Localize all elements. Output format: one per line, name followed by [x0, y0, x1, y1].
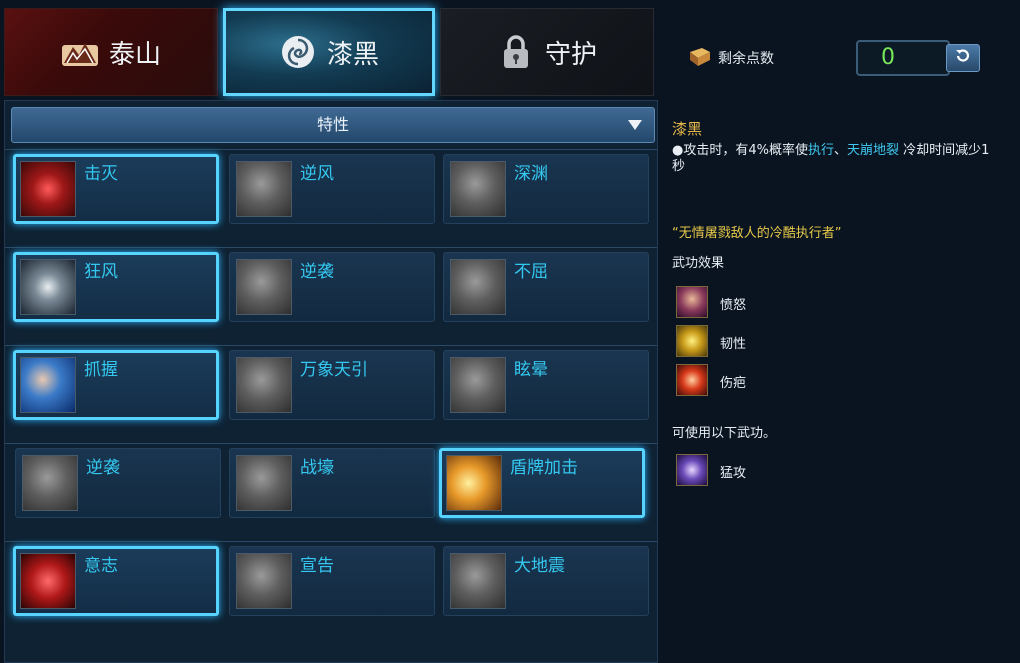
- skill-slot[interactable]: 击灭: [13, 154, 219, 224]
- effect-label: 愤怒: [720, 298, 747, 313]
- points-label: 剩余点数: [718, 51, 774, 67]
- skill-name: 击灭: [84, 164, 118, 184]
- desc-text: 、: [833, 143, 847, 158]
- skill-slot[interactable]: 意志: [13, 546, 219, 616]
- skill-name: 逆袭: [300, 262, 334, 282]
- usable-label: 猛攻: [720, 466, 747, 481]
- remaining-points: 剩余点数 0: [684, 38, 994, 80]
- effect-item[interactable]: 伤疤: [676, 364, 876, 398]
- skill-icon: [20, 161, 76, 217]
- skill-slot[interactable]: 万象天引: [229, 350, 435, 420]
- skill-slot[interactable]: 大地震: [443, 546, 649, 616]
- skill-name: 宣告: [300, 556, 334, 576]
- skill-slot[interactable]: 盾牌加击: [439, 448, 645, 518]
- skill-name: 盾牌加击: [510, 458, 578, 478]
- skill-name: 眩晕: [514, 360, 548, 380]
- skill-slot[interactable]: 深渊: [443, 154, 649, 224]
- skill-name: 抓握: [84, 360, 118, 380]
- skill-name: 狂风: [84, 262, 118, 282]
- trait-dropdown[interactable]: 特性: [11, 107, 655, 143]
- skill-icon: [20, 357, 76, 413]
- skill-name: 深渊: [514, 164, 548, 184]
- effects-title: 武功效果: [672, 256, 725, 271]
- skill-slot[interactable]: 战壕: [229, 448, 435, 518]
- skill-slot[interactable]: 逆袭: [15, 448, 221, 518]
- skill-row: 逆袭 战壕 盾牌加击: [5, 443, 657, 541]
- desc-highlight: 天崩地裂: [847, 143, 900, 158]
- tab-taishan[interactable]: 泰山: [4, 8, 218, 96]
- skill-slot[interactable]: 不屈: [443, 252, 649, 322]
- skill-icon: [20, 553, 76, 609]
- skill-name: 不屈: [514, 262, 548, 282]
- scar-icon: [676, 364, 708, 396]
- tab-bar: 泰山 漆黑 守护: [4, 8, 654, 100]
- skill-icon: [450, 161, 506, 217]
- effect-label: 韧性: [720, 337, 747, 352]
- skill-name: 意志: [84, 556, 118, 576]
- toughness-icon: [676, 325, 708, 357]
- effect-item[interactable]: 韧性: [676, 325, 876, 359]
- reset-button[interactable]: [946, 44, 980, 72]
- skill-slot[interactable]: 逆风: [229, 154, 435, 224]
- skill-name: 战壕: [300, 458, 334, 478]
- desc-text: ●攻击时，有4%概率使: [672, 143, 808, 158]
- skill-slot[interactable]: 宣告: [229, 546, 435, 616]
- skill-row: 意志 宣告 大地震: [5, 541, 657, 639]
- swirl-icon: [279, 34, 317, 70]
- tab-shouhu[interactable]: 守护: [440, 8, 654, 96]
- skill-icon: [236, 553, 292, 609]
- tab-label: 守护: [544, 39, 597, 70]
- effect-label: 伤疤: [720, 376, 747, 391]
- skill-icon: [22, 455, 78, 511]
- skill-icon: [236, 357, 292, 413]
- desc-highlight: 执行: [807, 143, 834, 158]
- skill-row: 抓握 万象天引 眩晕: [5, 345, 657, 443]
- effect-item[interactable]: 愤怒: [676, 286, 876, 320]
- skill-row: 击灭 逆风 深渊: [5, 149, 657, 247]
- skill-slot[interactable]: 眩晕: [443, 350, 649, 420]
- skill-icon: [20, 259, 76, 315]
- skill-name: 逆风: [300, 164, 334, 184]
- tab-label: 漆黑: [326, 39, 379, 70]
- skill-icon: [236, 455, 292, 511]
- points-value: 0: [856, 40, 950, 76]
- skill-icon: [450, 357, 506, 413]
- chevron-down-icon: [628, 120, 642, 130]
- book-icon: [688, 46, 712, 68]
- skill-slot[interactable]: 狂风: [13, 252, 219, 322]
- skill-icon: [450, 259, 506, 315]
- skill-icon: [236, 161, 292, 217]
- skill-name: 万象天引: [300, 360, 368, 380]
- skill-icon: [446, 455, 502, 511]
- reset-icon: [954, 47, 972, 69]
- skill-panel: 特性 击灭 逆风 深渊 狂风 逆袭 不屈 抓握 万象天引 眩晕 逆袭 战壕 盾牌…: [4, 100, 658, 663]
- usable-title: 可使用以下武功。: [672, 426, 777, 441]
- skill-row: 狂风 逆袭 不屈: [5, 247, 657, 345]
- detail-title: 漆黑: [672, 120, 703, 138]
- detail-quote: “无情屠戮敌人的冷酷执行者”: [672, 226, 842, 241]
- detail-description: ●攻击时，有4%概率使执行、天崩地裂 冷却时间减少1秒: [672, 143, 1002, 175]
- anger-icon: [676, 286, 708, 318]
- skill-icon: [236, 259, 292, 315]
- detail-panel: 漆黑 ●攻击时，有4%概率使执行、天崩地裂 冷却时间减少1秒 “无情屠戮敌人的冷…: [672, 118, 1012, 486]
- usable-item[interactable]: 猛攻: [676, 454, 876, 488]
- lock-icon: [497, 34, 535, 70]
- skill-slot[interactable]: 逆袭: [229, 252, 435, 322]
- tab-label: 泰山: [108, 39, 161, 70]
- tab-qihei[interactable]: 漆黑: [223, 8, 435, 96]
- skill-name: 大地震: [514, 556, 565, 576]
- skill-name: 逆袭: [86, 458, 120, 478]
- skill-slot[interactable]: 抓握: [13, 350, 219, 420]
- assault-icon: [676, 454, 708, 486]
- skill-icon: [450, 553, 506, 609]
- mountain-icon: [61, 34, 99, 70]
- dropdown-label: 特性: [316, 115, 349, 134]
